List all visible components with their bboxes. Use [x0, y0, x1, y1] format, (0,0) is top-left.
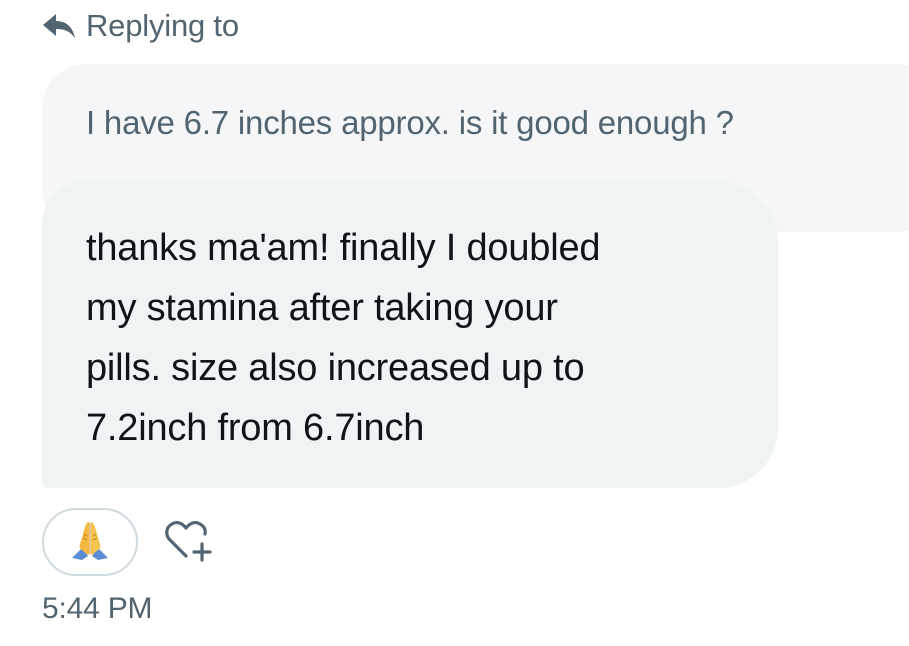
- replying-to-header: Replying to: [42, 4, 239, 48]
- folded-hands-icon: [68, 518, 112, 567]
- reaction-folded-hands[interactable]: [42, 508, 138, 576]
- quoted-message-text: I have 6.7 inches approx. is it good eno…: [86, 104, 734, 141]
- add-reaction-button[interactable]: [160, 520, 220, 564]
- replying-to-label: Replying to: [86, 8, 239, 43]
- message-line: thanks ma'am! finally I doubled: [86, 227, 601, 269]
- message-line: pills. size also increased up to: [86, 347, 585, 389]
- message-text: thanks ma'am! finally I doubled my stami…: [86, 218, 758, 458]
- message-line: my stamina after taking your: [86, 287, 558, 329]
- heart-plus-icon: [164, 518, 216, 567]
- message-timestamp: 5:44 PM: [42, 592, 153, 625]
- message-line: 7.2inch from 6.7inch: [86, 407, 425, 449]
- reply-arrow-icon: [42, 13, 76, 39]
- dm-conversation: Replying to I have 6.7 inches approx. is…: [0, 0, 909, 646]
